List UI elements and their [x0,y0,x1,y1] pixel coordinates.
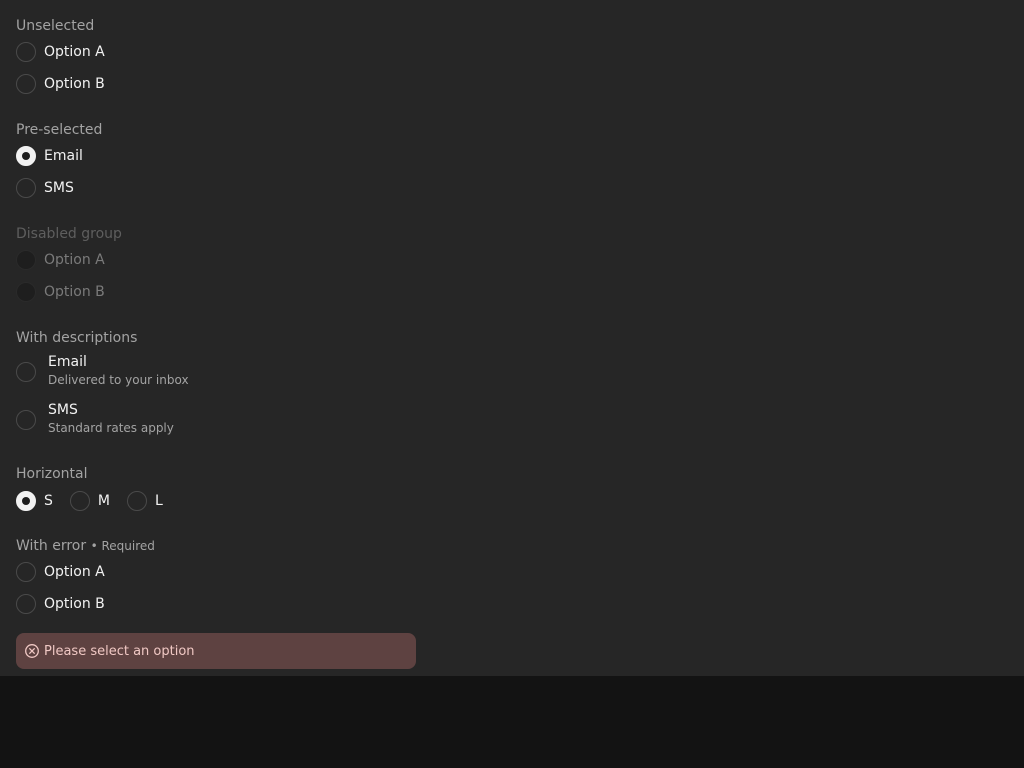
radio-circle[interactable] [16,178,36,198]
radio-option-s[interactable]: S [16,491,53,511]
group-legend-text: With error [16,538,87,554]
radio-option-a-disabled: Option A [16,247,105,273]
radio-option-a-error[interactable]: Option A [16,559,105,585]
radio-option-a[interactable]: Option A [16,39,105,65]
group-legend: Pre-selected [16,122,103,138]
radio-label: Option B [44,596,105,612]
radio-demo-panel: Unselected Option A Option B Pre-selecte… [0,0,1024,676]
radio-circle[interactable] [16,362,36,382]
radio-circle-checked[interactable] [16,146,36,166]
error-message-banner: Please select an option [16,633,416,669]
radio-circle[interactable] [16,74,36,94]
radio-label: Option A [44,564,105,580]
radio-label: SMS [48,402,78,418]
radio-label: Email [48,354,87,370]
radio-label: Email [44,148,83,164]
group-legend: With error • Required [16,537,155,555]
radio-circle[interactable] [69,491,90,511]
horizontal-options: S M L [16,488,180,514]
radio-option-sms[interactable]: SMS [16,175,74,201]
radio-option-l[interactable]: L [126,491,163,511]
required-indicator: • Required [90,539,155,553]
group-legend: Horizontal [16,466,88,482]
x-circle-icon [25,644,39,658]
radio-option-b-error[interactable]: Option B [16,591,105,617]
radio-option-m[interactable]: M [69,491,110,511]
group-legend: With descriptions [16,330,138,346]
radio-label: L [154,493,163,509]
radio-circle-disabled [16,250,36,270]
radio-label: Option A [44,44,105,60]
error-message-text: Please select an option [44,643,195,659]
radio-label: SMS [44,180,74,196]
group-legend: Disabled group [16,226,122,242]
radio-circle[interactable] [16,594,36,614]
radio-label: Option B [44,284,105,300]
radio-description: Standard rates apply [48,421,174,435]
radio-circle-checked[interactable] [16,491,36,511]
radio-option-b-disabled: Option B [16,279,105,305]
radio-label: S [44,493,53,509]
radio-circle[interactable] [16,410,36,430]
radio-circle[interactable] [16,562,36,582]
group-legend: Unselected [16,18,95,34]
radio-circle[interactable] [16,42,36,62]
radio-label: Option B [44,76,105,92]
radio-description: Delivered to your inbox [48,373,189,387]
radio-circle-disabled [16,282,36,302]
radio-option-email[interactable]: Email [16,143,83,169]
radio-label: Option A [44,252,105,268]
radio-option-b[interactable]: Option B [16,71,105,97]
radio-label: M [97,493,110,509]
radio-circle[interactable] [126,491,147,511]
